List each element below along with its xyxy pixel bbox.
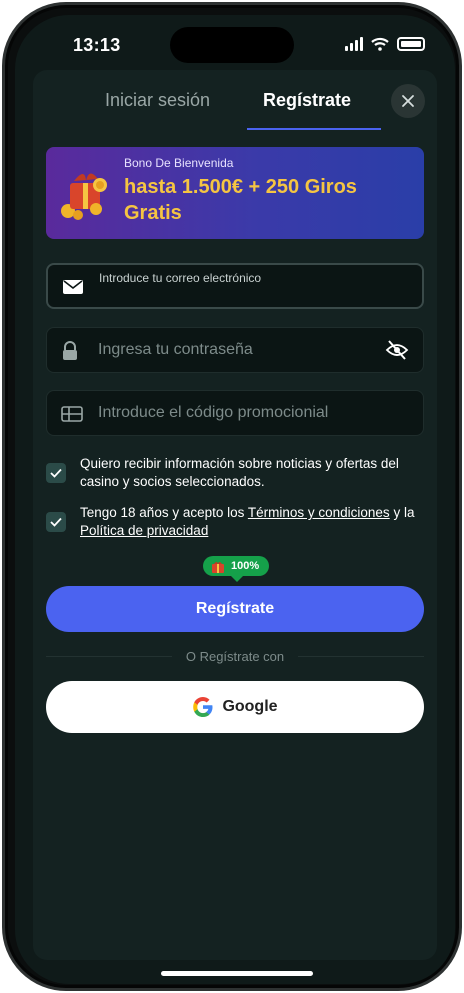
welcome-bonus-banner[interactable]: Bono De Bienvenida hasta 1.500€ + 250 Gi… <box>46 147 424 239</box>
progress-badge-text: 100% <box>231 560 260 572</box>
terms-middle: y la <box>389 505 415 520</box>
gift-coins-icon <box>61 173 107 220</box>
bonus-subtitle: Bono De Bienvenida <box>124 156 234 170</box>
lock-icon <box>63 341 77 360</box>
terms-link[interactable]: Términos y condiciones <box>248 505 390 520</box>
screen: 13:13 Iniciar sesión Regístrate Bono De … <box>15 15 455 984</box>
home-indicator[interactable] <box>161 971 313 976</box>
close-icon <box>402 95 414 107</box>
gift-card-icon <box>61 406 83 422</box>
divider-line <box>46 655 172 657</box>
social-divider: O Regístrate con <box>46 648 424 664</box>
terms-prefix: Tengo 18 años y acepto los <box>80 505 248 520</box>
register-button[interactable]: Regístrate <box>46 586 424 632</box>
checkmark-icon <box>50 517 62 527</box>
marketing-checkbox[interactable] <box>46 463 66 483</box>
terms-consent-text: Tengo 18 años y acepto los Términos y co… <box>80 504 424 540</box>
close-button[interactable] <box>391 84 425 118</box>
password-placeholder: Ingresa tu contraseña <box>98 341 253 358</box>
signal-icon <box>345 37 363 51</box>
active-tab-indicator <box>247 128 381 130</box>
terms-consent-row: Tengo 18 años y acepto los Términos y co… <box>46 504 424 540</box>
password-field[interactable]: Ingresa tu contraseña <box>46 327 424 373</box>
promo-code-field[interactable]: Introduce el código promocionial <box>46 390 424 436</box>
google-icon <box>193 697 213 717</box>
marketing-consent-text: Quiero recibir información sobre noticia… <box>80 456 399 489</box>
checkmark-icon <box>50 468 62 478</box>
divider-text: O Regístrate con <box>185 648 285 664</box>
google-button-label: Google <box>222 698 278 715</box>
status-icons <box>345 37 425 51</box>
divider-line <box>298 655 424 657</box>
register-sheet: Iniciar sesión Regístrate Bono De Bienve… <box>33 70 437 960</box>
auth-tabs: Iniciar sesión Regístrate <box>33 70 437 134</box>
tab-login[interactable]: Iniciar sesión <box>105 90 210 111</box>
hide-password-icon[interactable] <box>385 339 409 361</box>
email-field[interactable]: Introduce tu correo electrónico <box>46 263 424 309</box>
progress-badge: 100% <box>203 556 269 582</box>
promo-code-placeholder: Introduce el código promocionial <box>98 404 329 421</box>
bonus-title: hasta 1.500€ + 250 Giros Gratis <box>124 176 357 224</box>
marketing-consent-row: Quiero recibir información sobre noticia… <box>46 455 424 491</box>
battery-icon <box>397 37 425 51</box>
status-time: 13:13 <box>73 35 121 55</box>
gift-icon <box>212 561 224 573</box>
dynamic-island <box>170 27 294 63</box>
tab-register[interactable]: Regístrate <box>263 90 351 111</box>
google-signup-button[interactable]: Google <box>46 681 424 733</box>
email-field-label: Introduce tu correo electrónico <box>99 271 262 285</box>
wifi-icon <box>371 37 389 51</box>
terms-checkbox[interactable] <box>46 512 66 532</box>
phone-frame: 13:13 Iniciar sesión Regístrate Bono De … <box>2 2 462 991</box>
mail-icon <box>63 280 83 294</box>
privacy-link[interactable]: Política de privacidad <box>80 523 208 538</box>
